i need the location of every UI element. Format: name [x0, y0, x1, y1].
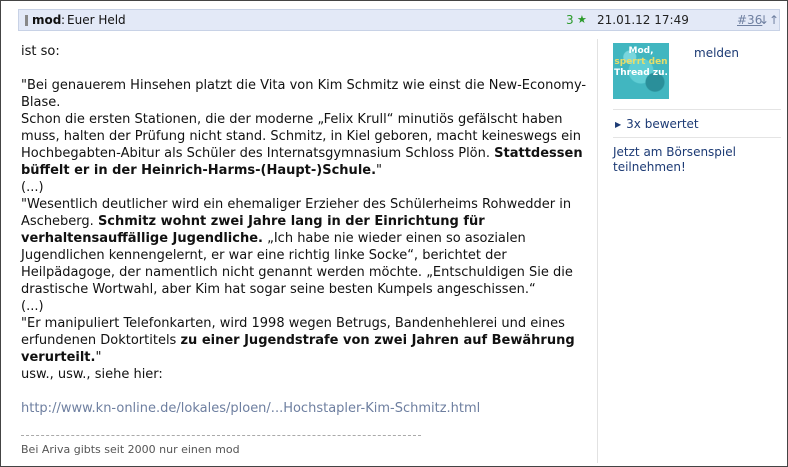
report-link[interactable]: melden	[694, 46, 739, 60]
signature-divider	[21, 435, 421, 436]
usw-line: usw., usw., siehe hier:	[21, 367, 163, 382]
avatar[interactable]: Mod, sperrt den Thread zu.	[613, 43, 669, 99]
post-nav-arrows[interactable]: ↓↑	[759, 10, 779, 30]
post-title: Euer Held	[67, 13, 126, 27]
avatar-line-1: Mod,	[628, 46, 654, 56]
signature: Bei Ariva gibts seit 2000 nur einen mod	[21, 443, 240, 456]
quote-paragraph-3: "Er manipuliert Telefonkarten, wird 1998…	[21, 316, 575, 365]
post-body: ist so: "Bei genauerem Hinsehen platzt d…	[21, 43, 589, 417]
post-header: mod : Euer Held 3 ★ 21.01.12 17:49 #36 ↓…	[18, 9, 780, 31]
rating-count: 3	[566, 13, 574, 27]
post-intro: ist so:	[21, 44, 60, 59]
ellipsis-2: (...)	[21, 299, 44, 314]
article-link[interactable]: http://www.kn-online.de/lokales/ploen/..…	[21, 400, 589, 417]
rated-link[interactable]: ▶ 3x bewertet	[615, 117, 699, 131]
boersenspiel-link[interactable]: Jetzt am Börsenspiel teilnehmen!	[613, 145, 763, 175]
header-marker	[25, 15, 28, 26]
post-container: mod : Euer Held 3 ★ 21.01.12 17:49 #36 ↓…	[0, 0, 788, 467]
quote-paragraph-1b: Schon die ersten Stationen, die der mode…	[21, 112, 583, 178]
triangle-right-icon: ▶	[615, 120, 622, 129]
star-icon: ★	[577, 13, 587, 26]
avatar-line-2: sperrt den	[614, 57, 668, 67]
avatar-line-3: Thread zu.	[614, 68, 668, 78]
rated-label: 3x bewertet	[626, 117, 699, 131]
sidebar-rule	[613, 109, 781, 110]
author-name[interactable]: mod	[32, 10, 61, 30]
quote-paragraph-2: "Wesentlich deutlicher wird ein ehemalig…	[21, 197, 573, 297]
sidebar-divider	[597, 39, 598, 463]
quote-paragraph-1a: "Bei genauerem Hinsehen platzt die Vita …	[21, 78, 587, 110]
header-separator: :	[61, 13, 66, 27]
ellipsis-1: (...)	[21, 180, 44, 195]
sidebar-rule	[613, 137, 781, 138]
post-datetime: 21.01.12 17:49	[597, 13, 689, 27]
